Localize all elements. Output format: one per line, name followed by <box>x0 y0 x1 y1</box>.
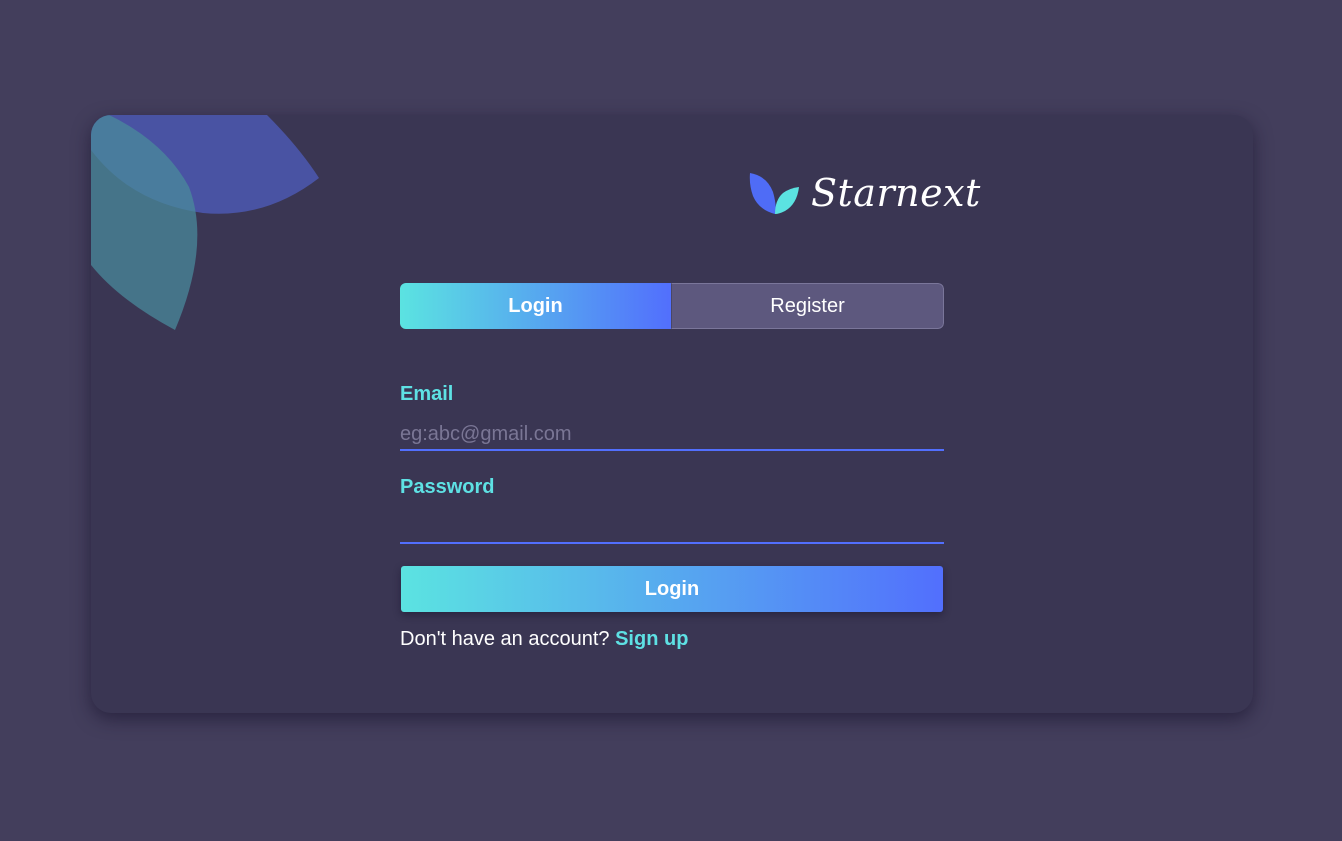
signup-prompt: Don't have an account? Sign up <box>400 628 688 651</box>
tab-register[interactable]: Register <box>671 283 944 329</box>
password-label: Password <box>400 476 495 498</box>
email-input[interactable] <box>400 419 944 451</box>
brand-logo: Starnext <box>749 167 981 219</box>
leaves-icon <box>749 173 799 214</box>
tab-login[interactable]: Login <box>400 283 671 329</box>
signup-link[interactable]: Sign up <box>615 628 688 650</box>
login-button[interactable]: Login <box>401 566 943 612</box>
login-card: Starnext Login Register Email Password L… <box>91 115 1253 713</box>
auth-tabs: Login Register <box>400 283 944 329</box>
email-label: Email <box>400 383 454 405</box>
password-input[interactable] <box>400 512 944 544</box>
brand-name: Starnext <box>811 171 981 215</box>
decorative-leaves <box>91 115 319 330</box>
signup-prompt-text: Don't have an account? <box>400 628 610 650</box>
